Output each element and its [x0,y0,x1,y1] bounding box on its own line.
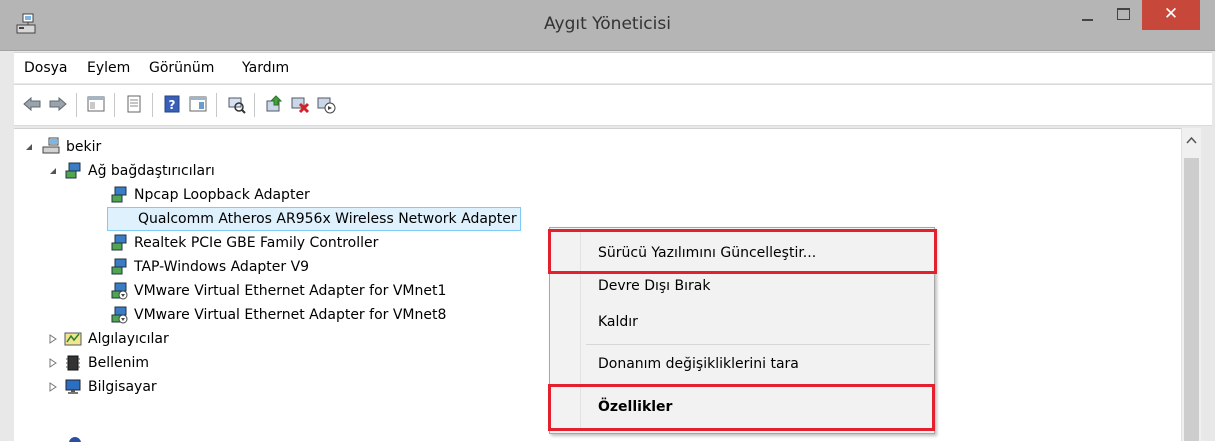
tree-item-adapter-selected[interactable]: Qualcomm Atheros AR956x Wireless Network… [107,207,590,231]
enable-device-icon[interactable] [316,94,336,114]
toolbar-separator [114,93,115,117]
adapter-label: TAP-Windows Adapter V9 [134,259,310,275]
highlight-box-properties [548,384,935,431]
maximize-button[interactable] [1106,0,1140,30]
tree-item-adapter[interactable]: VMware Virtual Ethernet Adapter for VMne… [110,279,550,303]
scan-hardware-icon[interactable] [226,94,246,114]
tree-node-label: Algılayıcılar [88,331,169,347]
menu-view[interactable]: Görünüm [149,60,214,76]
adapter-label: Qualcomm Atheros AR956x Wireless Network… [107,207,521,231]
tree-node-network-adapters[interactable]: Ağ bağdaştırıcıları [48,159,348,183]
tree-item-adapter[interactable]: Realtek PCIe GBE Family Controller [110,231,510,255]
tree-node-sensors[interactable]: Algılayıcılar [48,327,348,351]
context-menu-uninstall[interactable]: Kaldır [598,314,638,330]
tree-node-computer[interactable]: Bilgisayar [48,375,348,399]
tree-node-firmware[interactable]: Bellenim [48,351,348,375]
action-pane-icon[interactable] [188,94,208,114]
firmware-chip-icon [66,355,80,371]
expanded-arrow-icon[interactable] [24,142,34,152]
monitor-icon [65,379,81,394]
context-menu-disable[interactable]: Devre Dışı Bırak [598,278,710,294]
sensor-icon [64,332,82,346]
collapsed-arrow-icon[interactable] [48,382,58,392]
scrollbar-thumb[interactable] [1184,158,1199,441]
adapter-label: VMware Virtual Ethernet Adapter for VMne… [134,283,447,299]
tree-item-adapter[interactable]: Npcap Loopback Adapter [110,183,430,207]
uninstall-device-icon[interactable] [290,94,310,114]
minimize-button[interactable] [1070,0,1104,30]
tree-node-root[interactable]: bekir [24,135,224,159]
toolbar-separator [216,93,217,117]
vertical-scrollbar[interactable] [1181,128,1201,441]
collapsed-arrow-icon[interactable] [48,358,58,368]
close-button[interactable]: ✕ [1142,0,1200,30]
network-adapter-icon [111,186,127,203]
menu-file[interactable]: Dosya [24,60,68,76]
show-hide-console-tree-icon[interactable] [86,94,106,114]
device-manager-window: Aygıt Yöneticisi ✕ Dosya Eylem Görünüm Y… [0,0,1215,442]
tree-node-label: bekir [66,139,102,155]
properties-sheet-icon[interactable] [124,94,144,114]
context-menu-scan[interactable]: Donanım değişikliklerini tara [598,356,799,372]
menu-help[interactable]: Yardım [242,60,289,76]
expanded-arrow-icon[interactable] [48,166,58,176]
tree-node-label: Ağ bağdaştırıcıları [88,163,215,179]
scroll-up-arrow-icon[interactable] [1186,136,1197,144]
menu-action[interactable]: Eylem [87,60,130,76]
adapter-label: Realtek PCIe GBE Family Controller [134,235,379,251]
network-adapter-icon [65,162,81,179]
toolbar-separator [152,93,153,117]
svg-text:?: ? [169,98,176,112]
window-title: Aygıt Yöneticisi [544,14,671,34]
update-driver-icon[interactable] [264,94,284,114]
tree-node-label: Bilgisayar [88,379,157,395]
virtual-adapter-icon [111,306,128,324]
menu-bar: Dosya Eylem Görünüm Yardım [14,52,1212,83]
context-menu-separator [586,344,930,345]
highlight-box-update-driver [548,229,937,274]
network-adapter-icon [111,234,127,251]
toolbar-separator [76,93,77,117]
tree-item-adapter[interactable]: TAP-Windows Adapter V9 [110,255,510,279]
virtual-adapter-icon [111,282,128,300]
adapter-label: VMware Virtual Ethernet Adapter for VMne… [134,307,447,323]
computer-icon [42,137,60,154]
close-icon: ✕ [1163,4,1179,24]
network-adapter-icon [111,258,127,275]
title-bar[interactable]: Aygıt Yöneticisi ✕ [0,0,1215,51]
forward-arrow-icon[interactable] [48,94,68,114]
toolbar: ? [14,84,1212,126]
tree-node-label: Bellenim [88,355,150,371]
tree-item-adapter[interactable]: VMware Virtual Ethernet Adapter for VMne… [110,303,550,327]
collapsed-arrow-icon[interactable] [48,334,58,344]
toolbar-separator [254,93,255,117]
adapter-label: Npcap Loopback Adapter [134,187,310,203]
help-icon[interactable]: ? [162,94,182,114]
back-arrow-icon[interactable] [22,94,42,114]
